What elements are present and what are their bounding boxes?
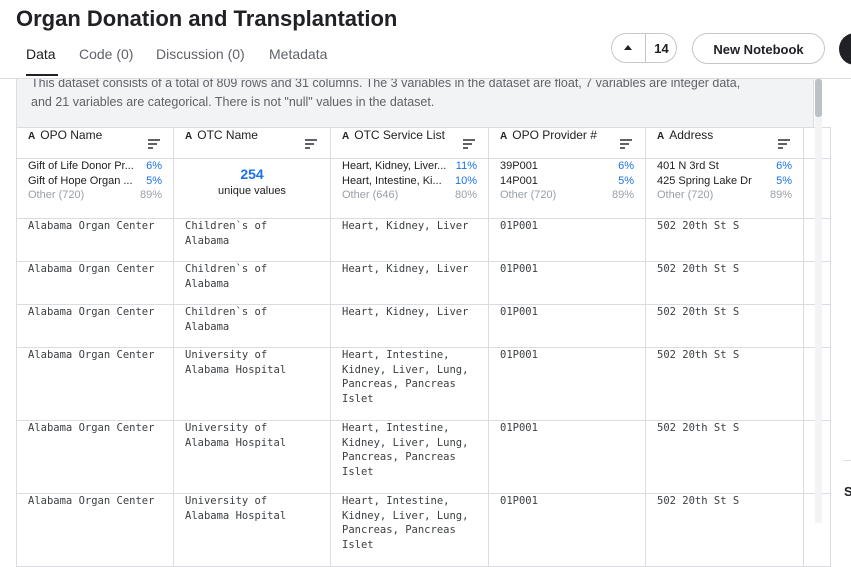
- column-header-otc-service-list[interactable]: A OTC Service List: [330, 127, 489, 159]
- cell-opo-name: Alabama Organ Center: [16, 420, 174, 494]
- new-notebook-button[interactable]: New Notebook: [692, 33, 825, 64]
- cell-opo-name: Alabama Organ Center: [16, 347, 174, 421]
- upvote-arrow-icon[interactable]: [612, 34, 644, 62]
- cell-otc-service-list: Heart, Kidney, Liver: [330, 304, 489, 348]
- cell-otc-name: University of Alabama Hospital: [173, 347, 331, 421]
- column-header-address[interactable]: A Address: [645, 127, 804, 159]
- vote-count: 14: [654, 41, 669, 56]
- table-row[interactable]: Alabama Organ Center University of Alaba…: [16, 347, 831, 421]
- cell-address: 502 20th St S: [645, 304, 804, 348]
- cell-address: 502 20th St S: [645, 347, 804, 421]
- summary-otc-service-list: Heart, Kidney, Liver... 11% Heart, Intest…: [330, 158, 489, 219]
- active-tab-underline: [26, 74, 58, 76]
- cell-address: 502 20th St S: [645, 493, 804, 567]
- cell-opo-provider: 01P001: [488, 218, 646, 262]
- scrollbar-thumb[interactable]: [815, 79, 822, 117]
- cell-address: 502 20th St S: [645, 261, 804, 305]
- cell-otc-service-list: Heart, Intestine, Kidney, Liver, Lung, P…: [330, 493, 489, 567]
- table-row[interactable]: Alabama Organ Center Children`s of Alaba…: [16, 304, 831, 348]
- cell-opo-provider: 01P001: [488, 304, 646, 348]
- sort-icon[interactable]: [620, 139, 632, 151]
- cell-otc-service-list: Heart, Kidney, Liver: [330, 261, 489, 305]
- column-header-otc-name[interactable]: A OTC Name: [173, 127, 331, 159]
- cell-opo-name: Alabama Organ Center: [16, 493, 174, 567]
- table-row[interactable]: Alabama Organ Center University of Alaba…: [16, 420, 831, 494]
- cell-opo-provider: 01P001: [488, 347, 646, 421]
- table-row[interactable]: Alabama Organ Center Children`s of Alaba…: [16, 261, 831, 305]
- summary-address: 401 N 3rd St 6% 425 Spring Lake Dr 5% Othe…: [645, 158, 804, 219]
- cell-opo-name: Alabama Organ Center: [16, 261, 174, 305]
- cell-opo-name: Alabama Organ Center: [16, 304, 174, 348]
- sort-icon[interactable]: [305, 139, 317, 151]
- cell-otc-service-list: Heart, Intestine, Kidney, Liver, Lung, P…: [330, 420, 489, 494]
- tab-discussion[interactable]: Discussion (0): [156, 46, 245, 62]
- cell-opo-name: Alabama Organ Center: [16, 218, 174, 262]
- string-type-icon: A: [657, 131, 665, 142]
- table-row[interactable]: Alabama Organ Center Children`s of Alaba…: [16, 218, 831, 262]
- dataset-title: Organ Donation and Transplantation: [16, 6, 398, 31]
- cell-otc-name: Children`s of Alabama: [173, 261, 331, 305]
- cell-otc-name: University of Alabama Hospital: [173, 493, 331, 567]
- dataset-description: This dataset consists of a total of 809 …: [16, 79, 814, 127]
- sort-icon[interactable]: [148, 139, 160, 151]
- table-row[interactable]: Alabama Organ Center University of Alaba…: [16, 493, 831, 567]
- string-type-icon: A: [185, 131, 193, 142]
- data-table: A OPO Name A OTC Name A OTC Service List AO…: [16, 127, 831, 567]
- cell-address: 502 20th St S: [645, 218, 804, 262]
- cell-otc-service-list: Heart, Intestine, Kidney, Liver, Lung, P…: [330, 347, 489, 421]
- sort-icon[interactable]: [778, 139, 790, 151]
- summary-opo-provider: 39P001 6% 14P001 5% Other (720) 89%: [488, 158, 646, 219]
- string-type-icon: A: [500, 131, 508, 142]
- tab-metadata[interactable]: Metadata: [269, 46, 327, 62]
- tab-data[interactable]: Data: [26, 46, 56, 62]
- side-panel-divider: [843, 460, 851, 461]
- cell-opo-provider: 01P001: [488, 261, 646, 305]
- column-header-opo-name[interactable]: A OPO Name: [16, 127, 174, 159]
- summary-otc-name: 254 unique values: [173, 158, 331, 219]
- cell-otc-name: University of Alabama Hospital: [173, 420, 331, 494]
- unique-label: unique values: [218, 184, 286, 197]
- sort-icon[interactable]: [463, 139, 475, 151]
- tab-code[interactable]: Code (0): [79, 46, 133, 62]
- summary-opo-name: Gift of Life Donor Pr... 6% Gift of Hope …: [16, 158, 174, 219]
- string-type-icon: A: [342, 131, 350, 142]
- side-panel-heading: S: [844, 484, 851, 499]
- column-summary-row: Gift of Life Donor Pr... 6% Gift of Hope …: [16, 158, 831, 219]
- description-line-2: and 21 variables are categorical. There …: [31, 95, 435, 109]
- upvote-control: 14: [611, 33, 677, 63]
- download-button[interactable]: [839, 33, 851, 65]
- string-type-icon: A: [28, 131, 36, 142]
- cell-otc-service-list: Heart, Kidney, Liver: [330, 218, 489, 262]
- cell-otc-name: Children`s of Alabama: [173, 218, 331, 262]
- cell-opo-provider: 01P001: [488, 420, 646, 494]
- cell-address: 502 20th St S: [645, 420, 804, 494]
- cell-opo-provider: 01P001: [488, 493, 646, 567]
- column-header-opo-provider[interactable]: A OPO Provider #: [488, 127, 646, 159]
- unique-count: 254: [240, 166, 264, 182]
- vertical-scrollbar[interactable]: [815, 79, 822, 523]
- cell-otc-name: Children`s of Alabama: [173, 304, 331, 348]
- description-line-1: This dataset consists of a total of 809 …: [31, 79, 741, 90]
